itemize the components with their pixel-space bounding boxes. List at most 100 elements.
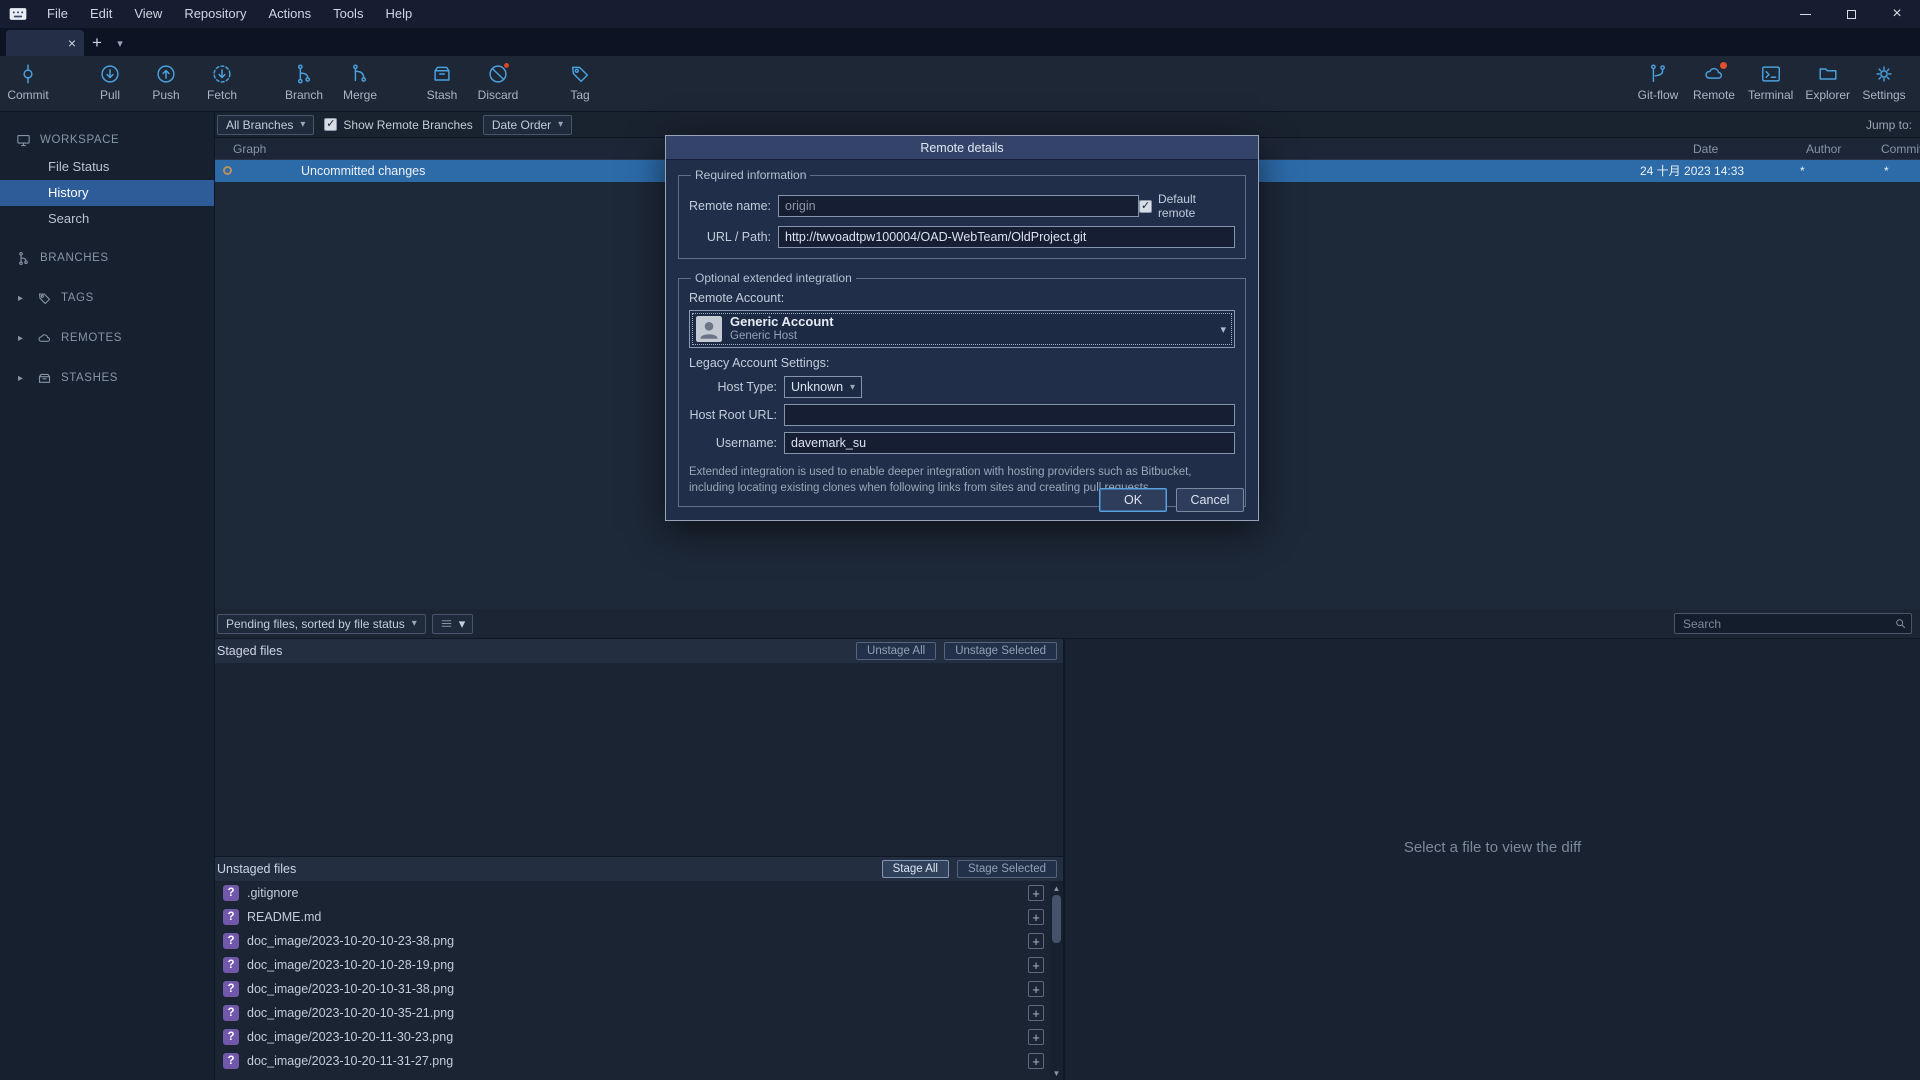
sidebar-section-stashes[interactable]: ▸ STASHES xyxy=(0,364,214,392)
unstaged-scrollbar[interactable]: ▲ ▼ xyxy=(1050,881,1063,1080)
terminal-label: Terminal xyxy=(1748,88,1793,102)
staged-files-list[interactable] xyxy=(215,663,1063,857)
file-row[interactable]: ? doc_image/2023-10-20-10-31-38.png + xyxy=(215,977,1050,1001)
stage-file-button[interactable]: + xyxy=(1028,981,1044,997)
file-row[interactable]: ? doc_image/2023-10-20-10-28-19.png + xyxy=(215,953,1050,977)
stage-file-button[interactable]: + xyxy=(1028,1029,1044,1045)
sidebar-section-tags[interactable]: ▸ TAGS xyxy=(0,284,214,312)
order-filter-dropdown[interactable]: Date Order ▾ xyxy=(483,115,572,135)
username-input[interactable] xyxy=(784,432,1235,454)
discard-label: Discard xyxy=(478,88,519,102)
file-row[interactable]: ? doc_image/2023-10-20-10-23-38.png + xyxy=(215,929,1050,953)
sidebar-section-remotes[interactable]: ▸ REMOTES xyxy=(0,324,214,352)
menu-edit[interactable]: Edit xyxy=(79,0,123,28)
view-mode-dropdown[interactable]: ▾ xyxy=(432,614,474,634)
stashes-chevron-icon[interactable]: ▸ xyxy=(18,373,28,384)
stash-label: Stash xyxy=(427,88,458,102)
gitflow-button[interactable]: Git-flow xyxy=(1630,63,1686,102)
stage-file-button[interactable]: + xyxy=(1028,1005,1044,1021)
menu-tools[interactable]: Tools xyxy=(322,0,374,28)
pull-button[interactable]: Pull xyxy=(82,63,138,102)
column-header-commit[interactable]: Commit xyxy=(1881,138,1920,160)
tab-list-dropdown[interactable]: ▾ xyxy=(110,30,130,56)
tags-chevron-icon[interactable]: ▸ xyxy=(18,293,28,304)
fetch-button[interactable]: Fetch xyxy=(194,63,250,102)
window-controls: × xyxy=(1782,0,1920,28)
menu-repository[interactable]: Repository xyxy=(173,0,257,28)
branch-filter-dropdown[interactable]: All Branches ▾ xyxy=(217,115,314,135)
sidebar-section-workspace[interactable]: WORKSPACE xyxy=(0,126,214,154)
gitflow-icon xyxy=(1647,63,1669,85)
pending-files-dropdown[interactable]: Pending files, sorted by file status ▾ xyxy=(217,614,426,634)
remote-details-dialog: Remote details Required information Remo… xyxy=(665,135,1259,521)
repo-tab[interactable]: × xyxy=(6,30,84,56)
host-type-dropdown[interactable]: Unknown ▾ xyxy=(784,376,862,398)
push-label: Push xyxy=(152,88,179,102)
tab-close-icon[interactable]: × xyxy=(68,36,76,50)
file-search xyxy=(1674,613,1912,634)
remote-name-input[interactable] xyxy=(778,195,1139,217)
explorer-button[interactable]: Explorer xyxy=(1799,63,1856,102)
close-button[interactable]: × xyxy=(1874,0,1920,28)
remotes-chevron-icon[interactable]: ▸ xyxy=(18,333,28,344)
file-row[interactable]: ? .gitignore + xyxy=(215,881,1050,905)
workspace-icon xyxy=(16,133,31,148)
sidebar-item-file-status[interactable]: File Status xyxy=(0,154,214,180)
scroll-down-icon[interactable]: ▼ xyxy=(1050,1066,1063,1080)
host-root-url-input[interactable] xyxy=(784,404,1235,426)
sidebar-item-search[interactable]: Search xyxy=(0,206,214,232)
maximize-button[interactable] xyxy=(1828,0,1874,28)
file-row[interactable]: ? README.md + xyxy=(215,905,1050,929)
remote-icon xyxy=(1703,63,1725,85)
default-remote-checkbox[interactable]: ✓ xyxy=(1139,200,1152,213)
terminal-button[interactable]: Terminal xyxy=(1742,63,1799,102)
file-search-input[interactable] xyxy=(1674,613,1912,634)
sidebar-item-history[interactable]: History xyxy=(0,180,214,206)
file-row[interactable]: ? doc_image/2023-10-20-11-30-23.png + xyxy=(215,1025,1050,1049)
show-remote-branches-checkbox[interactable]: ✓ xyxy=(324,118,337,131)
stage-file-button[interactable]: + xyxy=(1028,885,1044,901)
menu-file[interactable]: File xyxy=(36,0,79,28)
menu-view[interactable]: View xyxy=(123,0,173,28)
ok-button[interactable]: OK xyxy=(1099,488,1167,512)
commit-button[interactable]: Commit xyxy=(0,63,56,102)
column-header-author[interactable]: Author xyxy=(1806,138,1841,160)
toolbar-right-group: Git-flow Remote Terminal Explorer Settin… xyxy=(1630,56,1912,111)
settings-button[interactable]: Settings xyxy=(1856,63,1912,102)
file-row[interactable]: ? doc_image/2023-10-20-10-35-21.png + xyxy=(215,1001,1050,1025)
tag-button[interactable]: Tag xyxy=(552,63,608,102)
merge-button[interactable]: Merge xyxy=(332,63,388,102)
default-remote-toggle[interactable]: ✓ Default remote xyxy=(1139,192,1235,220)
stage-file-button[interactable]: + xyxy=(1028,957,1044,973)
scroll-up-icon[interactable]: ▲ xyxy=(1050,881,1063,895)
show-remote-branches-toggle[interactable]: ✓ Show Remote Branches xyxy=(324,118,472,132)
new-tab-button[interactable]: + xyxy=(84,30,110,56)
minimize-button[interactable] xyxy=(1782,0,1828,28)
push-button[interactable]: Push xyxy=(138,63,194,102)
close-icon: × xyxy=(1892,6,1901,22)
branch-button[interactable]: Branch xyxy=(276,63,332,102)
sidebar-section-branches[interactable]: BRANCHES xyxy=(0,244,214,272)
cancel-button[interactable]: Cancel xyxy=(1176,488,1244,512)
unstage-selected-button[interactable]: Unstage Selected xyxy=(944,642,1057,660)
column-header-graph[interactable]: Graph xyxy=(233,138,266,160)
discard-button[interactable]: Discard xyxy=(470,63,526,102)
stash-button[interactable]: Stash xyxy=(414,63,470,102)
account-host: Generic Host xyxy=(730,330,834,344)
menu-help[interactable]: Help xyxy=(374,0,423,28)
stage-file-button[interactable]: + xyxy=(1028,909,1044,925)
url-path-input[interactable] xyxy=(778,226,1235,248)
column-header-date[interactable]: Date xyxy=(1693,138,1718,160)
stage-all-button[interactable]: Stage All xyxy=(882,860,949,878)
remote-button[interactable]: Remote xyxy=(1686,63,1742,102)
file-name: doc_image/2023-10-20-10-35-21.png xyxy=(247,1006,454,1020)
untracked-status-icon: ? xyxy=(223,1005,239,1021)
file-row[interactable]: ? doc_image/2023-10-20-11-31-27.png + xyxy=(215,1049,1050,1073)
scrollbar-thumb[interactable] xyxy=(1052,895,1061,943)
menu-actions[interactable]: Actions xyxy=(257,0,322,28)
stage-selected-button[interactable]: Stage Selected xyxy=(957,860,1057,878)
remote-account-dropdown[interactable]: Generic Account Generic Host ▾ xyxy=(689,310,1235,348)
stage-file-button[interactable]: + xyxy=(1028,933,1044,949)
stage-file-button[interactable]: + xyxy=(1028,1053,1044,1069)
unstage-all-button[interactable]: Unstage All xyxy=(856,642,936,660)
